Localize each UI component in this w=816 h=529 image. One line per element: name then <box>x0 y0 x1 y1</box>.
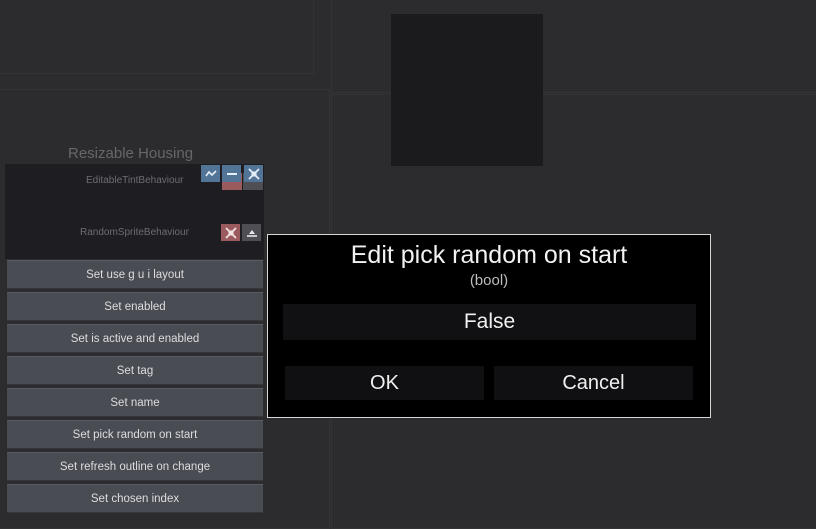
chevron-up-button[interactable] <box>201 165 220 182</box>
component-label-random-sprite: RandomSpriteBehaviour <box>80 227 189 238</box>
collapse-component-button[interactable] <box>242 224 261 241</box>
ok-button[interactable]: OK <box>285 366 484 400</box>
cancel-button[interactable]: Cancel <box>494 366 693 400</box>
menu-button-set-tag[interactable]: Set tag <box>7 356 263 385</box>
menu-button-set-use-gui-layout[interactable]: Set use g u i layout <box>7 260 263 289</box>
triangle-up-icon <box>246 229 257 237</box>
housing-title: Resizable Housing <box>68 145 194 162</box>
close-button[interactable] <box>244 165 263 182</box>
dialog-title: Edit pick random on start <box>350 241 628 269</box>
edit-dialog: Edit pick random on start (bool) False O… <box>267 234 711 418</box>
value-toggle-field[interactable]: False <box>283 304 696 340</box>
minimize-button[interactable] <box>222 165 241 182</box>
preview-area <box>391 14 543 166</box>
menu-button-set-chosen-index[interactable]: Set chosen index <box>7 484 263 513</box>
remove-component-button[interactable] <box>221 224 240 241</box>
menu-button-set-refresh-outline-on-change[interactable]: Set refresh outline on change <box>7 452 263 481</box>
menu-button-set-is-active-and-enabled[interactable]: Set is active and enabled <box>7 324 263 353</box>
background-panel <box>0 0 314 74</box>
chevron-up-icon <box>204 169 217 176</box>
remove-x-icon <box>224 226 237 239</box>
component-label-editable-tint: EditableTintBehaviour <box>86 175 184 186</box>
minus-icon <box>226 172 237 175</box>
close-x-icon <box>247 167 260 180</box>
menu-button-set-enabled[interactable]: Set enabled <box>7 292 263 321</box>
dialog-type-label: (bool) <box>469 272 509 289</box>
menu-button-set-pick-random-on-start[interactable]: Set pick random on start <box>7 420 263 449</box>
menu-button-set-name[interactable]: Set name <box>7 388 263 417</box>
